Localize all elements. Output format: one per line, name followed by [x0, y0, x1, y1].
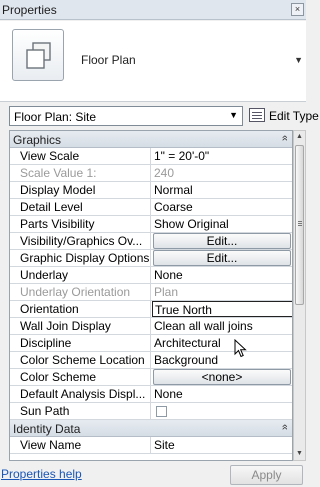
property-row[interactable]: Detail Level Coarse [10, 199, 292, 216]
group-name: Identity Data [13, 422, 81, 436]
property-edit-button[interactable]: <none> [153, 369, 291, 385]
close-icon[interactable]: × [291, 3, 304, 16]
property-edit-button[interactable]: Edit... [153, 250, 291, 266]
collapse-chevron-icon[interactable]: » [279, 135, 291, 141]
properties-help-link[interactable]: Properties help [1, 467, 82, 481]
scroll-down-icon[interactable]: ▼ [294, 448, 305, 460]
type-selector[interactable]: Floor Plan ▼ [0, 21, 306, 102]
footer: Properties help Apply [0, 462, 306, 487]
properties-grid: Graphics » View Scale 1" = 20'-0" Scale Valu… [9, 130, 293, 461]
property-name: Display Model [10, 182, 151, 198]
property-row[interactable]: Parts Visibility Show Original [10, 216, 292, 233]
window-title: Properties [2, 3, 57, 17]
property-value[interactable]: Architectural [152, 335, 292, 351]
property-value[interactable]: Normal [152, 182, 292, 198]
property-row[interactable]: Underlay Orientation Plan [10, 284, 292, 301]
property-row[interactable]: View Name Site [10, 437, 292, 454]
scroll-up-icon[interactable]: ▲ [294, 131, 305, 143]
property-name: Color Scheme [10, 369, 151, 385]
title-bar: Properties × [0, 0, 306, 20]
mouse-cursor-icon [234, 339, 247, 358]
floor-plan-icon [12, 29, 64, 81]
property-edit-button[interactable]: Edit... [153, 233, 291, 249]
property-row[interactable]: Default Analysis Displ... None [10, 386, 292, 403]
property-value[interactable]: Clean all wall joins [152, 318, 292, 334]
property-row[interactable]: Color Scheme <none> [10, 369, 292, 386]
property-name: View Scale [10, 148, 151, 164]
property-value-input[interactable]: True North [152, 301, 292, 317]
property-value[interactable]: Show Original [152, 216, 292, 232]
property-value: 240 [154, 166, 175, 180]
property-row[interactable]: Scale Value 1: 240 [10, 165, 292, 182]
apply-button[interactable]: Apply [230, 465, 303, 485]
instance-dropdown[interactable]: Floor Plan: Site ▼ [9, 106, 243, 126]
vertical-scrollbar[interactable]: ▲ ▼ [293, 130, 306, 461]
edit-type-icon [249, 108, 265, 122]
chevron-down-icon[interactable]: ▼ [294, 55, 303, 65]
property-name: Color Scheme Location [10, 352, 151, 368]
property-name: View Name [10, 437, 151, 453]
property-name: Visibility/Graphics Ov... [10, 233, 151, 249]
property-name: Default Analysis Displ... [10, 386, 151, 402]
property-row[interactable]: Color Scheme Location Background [10, 352, 292, 369]
instance-dropdown-value: Floor Plan: Site [14, 110, 97, 124]
property-value: Plan [154, 285, 179, 299]
group-header[interactable]: Identity Data » [10, 420, 292, 437]
property-row[interactable]: View Scale 1" = 20'-0" [10, 148, 292, 165]
property-row[interactable]: Sun Path [10, 403, 292, 420]
edit-type-label: Edit Type [269, 109, 319, 123]
instance-selector-bar: Floor Plan: Site ▼ Edit Type [0, 103, 319, 129]
property-value[interactable]: Background [152, 352, 292, 368]
dropdown-arrow-icon: ▼ [229, 110, 238, 120]
property-row[interactable]: Display Model Normal [10, 182, 292, 199]
group-name: Graphics [13, 133, 62, 147]
property-row[interactable]: Orientation True North [10, 301, 292, 318]
property-row[interactable]: Graphic Display Options Edit... [10, 250, 292, 267]
grip-icon [298, 221, 302, 222]
property-name: Detail Level [10, 199, 151, 215]
group-header[interactable]: Graphics » [10, 131, 292, 148]
property-name: Sun Path [10, 403, 151, 419]
property-name: Discipline [10, 335, 151, 351]
property-row[interactable]: Discipline Architectural [10, 335, 292, 352]
scroll-thumb[interactable] [295, 145, 304, 305]
property-name: Underlay [10, 267, 151, 283]
property-value[interactable]: 1" = 20'-0" [152, 148, 292, 164]
property-value[interactable]: None [152, 386, 292, 402]
collapse-chevron-icon[interactable]: » [279, 424, 291, 430]
type-name: Floor Plan [81, 53, 136, 67]
property-name: Wall Join Display [10, 318, 151, 334]
property-name: Scale Value 1: [10, 165, 151, 181]
property-value[interactable]: None [152, 267, 292, 283]
property-row[interactable]: Wall Join Display Clean all wall joins [10, 318, 292, 335]
property-name: Parts Visibility [10, 216, 151, 232]
property-row[interactable]: Underlay None [10, 267, 292, 284]
property-row[interactable]: Visibility/Graphics Ov... Edit... [10, 233, 292, 250]
property-name: Orientation [10, 301, 151, 317]
property-checkbox[interactable] [156, 406, 167, 417]
property-name: Underlay Orientation [10, 284, 151, 300]
property-name: Graphic Display Options [10, 250, 151, 266]
property-value[interactable]: Site [152, 437, 292, 453]
property-value[interactable]: Coarse [152, 199, 292, 215]
